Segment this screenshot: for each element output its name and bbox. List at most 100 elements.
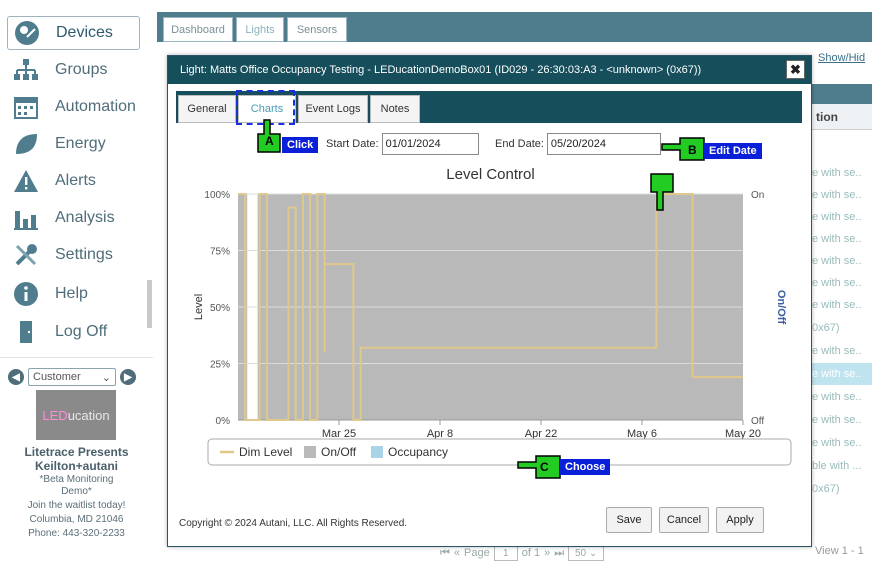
first-page-icon[interactable]: ⏮ (440, 547, 450, 560)
sidebar-item-label: Analysis (55, 209, 115, 226)
x-tick-label: Mar 25 (322, 428, 356, 440)
y-tick-label: 75% (210, 247, 230, 258)
forward-icon[interactable]: ▶ (120, 369, 136, 385)
annotation-letter-a: A (265, 134, 274, 148)
sidebar-item-energy[interactable]: Energy (7, 127, 140, 161)
table-row[interactable]: e with se.. (810, 409, 872, 431)
tab-general[interactable]: General (178, 95, 236, 123)
sidebar: Devices Groups Automation Energy Alerts … (0, 0, 153, 568)
table-row[interactable]: e with se.. (810, 184, 872, 206)
chart-legend (207, 438, 792, 466)
tab-lights[interactable]: Lights (236, 17, 284, 42)
close-icon[interactable]: ✖ (786, 60, 805, 79)
sidebar-item-label: Energy (55, 135, 106, 152)
sidebar-item-devices[interactable]: Devices (7, 16, 140, 50)
chart-title: Level Control (446, 166, 534, 183)
annotation-label-edit-date: Edit Date (704, 143, 762, 159)
tab-sensors[interactable]: Sensors (287, 17, 347, 42)
legend-occupancy-swatch (371, 446, 383, 458)
tools-icon (11, 240, 41, 270)
sidebar-item-label: Automation (55, 98, 136, 115)
annotation-letter-c: C (540, 460, 549, 474)
customer-select-value: Customer (33, 371, 81, 383)
view-count: View 1 - 1 (815, 545, 864, 557)
prev-page-icon[interactable]: « (454, 547, 460, 559)
annotation-letter-b: B (688, 143, 697, 157)
apply-button[interactable]: Apply (716, 507, 764, 533)
dialog-title: Light: Matts Office Occupancy Testing - … (168, 56, 811, 84)
hand-pointer-left-icon (517, 455, 561, 479)
sidebar-scrollbar[interactable] (147, 280, 152, 328)
annotation-label-choose: Choose (560, 459, 611, 475)
sidebar-item-label: Groups (55, 61, 108, 78)
sidebar-item-alerts[interactable]: Alerts (7, 164, 140, 198)
last-page-icon[interactable]: ⏭ (554, 547, 564, 560)
save-button[interactable]: Save (606, 507, 652, 533)
dialog-title-text: Light: Matts Office Occupancy Testing - … (180, 64, 702, 76)
table-row[interactable]: e with se.. (810, 228, 872, 250)
table-row[interactable]: e with se.. (810, 162, 872, 184)
divider (0, 357, 153, 358)
table-row[interactable]: e with se.. (810, 340, 872, 362)
annotation-label-click: Click (282, 137, 319, 153)
pager-of-label: of 1 (521, 547, 541, 559)
pager-page-label: Page (464, 547, 490, 559)
y-tick-label: 50% (210, 303, 230, 314)
warning-icon (11, 166, 41, 196)
sidebar-item-label: Devices (56, 24, 113, 41)
sidebar-item-analysis[interactable]: Analysis (7, 201, 140, 235)
y2-tick-label: On (751, 190, 764, 201)
y-tick-label: 0% (216, 416, 231, 427)
leaf-icon (11, 129, 41, 159)
pager-page-input[interactable]: 1 (493, 545, 518, 561)
pager: ⏮ « Page 1 of 1 » ⏭ 50 ⌄ (440, 545, 605, 561)
back-icon[interactable]: ◀ (8, 369, 24, 385)
tab-notes[interactable]: Notes (370, 95, 420, 123)
start-date-input[interactable]: 01/01/2024 (381, 133, 479, 155)
customer-controls: ◀ Customer ⌄ ▶ (8, 368, 136, 386)
page-size-value: 50 (574, 547, 587, 559)
y-tick-label: 25% (210, 360, 230, 371)
hand-pointer-left-icon (661, 137, 705, 161)
table-row[interactable]: 0x67) (810, 317, 872, 339)
level-control-chart: Level Control 0% 25% 50% 75% 100% Off On Mar 25 A… (178, 159, 793, 487)
end-date-group: End Date: 05/20/2024 (495, 133, 661, 155)
end-date-input[interactable]: 05/20/2024 (546, 133, 661, 155)
y2-axis-title: On/Off (775, 290, 787, 325)
table-row[interactable]: ble with ... (810, 455, 872, 477)
x-tick-label: Apr 22 (525, 428, 557, 440)
start-date-group: Start Date: 01/01/2024 (326, 133, 479, 155)
logo: LED ucation (36, 390, 116, 440)
tab-event-logs[interactable]: Event Logs (298, 95, 368, 123)
hand-pointer-down-icon (650, 173, 674, 211)
sidebar-item-groups[interactable]: Groups (7, 53, 140, 87)
sidebar-item-log-off[interactable]: Log Off (7, 315, 140, 349)
table-row[interactable]: e with se.. (810, 432, 872, 454)
table-row[interactable]: e with se.. (810, 272, 872, 294)
table-row[interactable]: e with se.. (810, 386, 872, 408)
table-row[interactable]: e with se.. (810, 250, 872, 272)
cancel-button[interactable]: Cancel (659, 507, 709, 533)
table-row[interactable]: e with se.. (810, 294, 872, 316)
table-row-selected[interactable]: e with se.. (810, 363, 872, 385)
table-row[interactable]: 0x67) (810, 478, 872, 500)
page-size-select[interactable]: 50 ⌄ (568, 545, 605, 561)
sidebar-item-label: Settings (55, 246, 113, 263)
promo-waitlist: Join the waitlist today! (27, 500, 126, 511)
y-axis-title: Level (193, 294, 205, 320)
sidebar-item-label: Help (55, 285, 88, 302)
next-page-icon[interactable]: » (544, 547, 550, 559)
customer-select[interactable]: Customer ⌄ (28, 368, 116, 386)
y-tick-label: 100% (204, 190, 230, 201)
chevron-down-icon: ⌄ (101, 371, 111, 384)
promo-city: Columbia, MD 21046 (29, 514, 124, 525)
y2-tick-label: Off (751, 416, 764, 427)
promo-brand: Keilton+autani (34, 459, 118, 473)
table-row[interactable]: e with se.. (810, 206, 872, 228)
x-tick-label: May 20 (725, 428, 761, 440)
tab-dashboard[interactable]: Dashboard (163, 17, 233, 42)
sidebar-item-settings[interactable]: Settings (7, 238, 140, 272)
info-icon (11, 279, 41, 309)
sidebar-item-automation[interactable]: Automation (7, 90, 140, 124)
sidebar-item-help[interactable]: Help (7, 277, 140, 311)
